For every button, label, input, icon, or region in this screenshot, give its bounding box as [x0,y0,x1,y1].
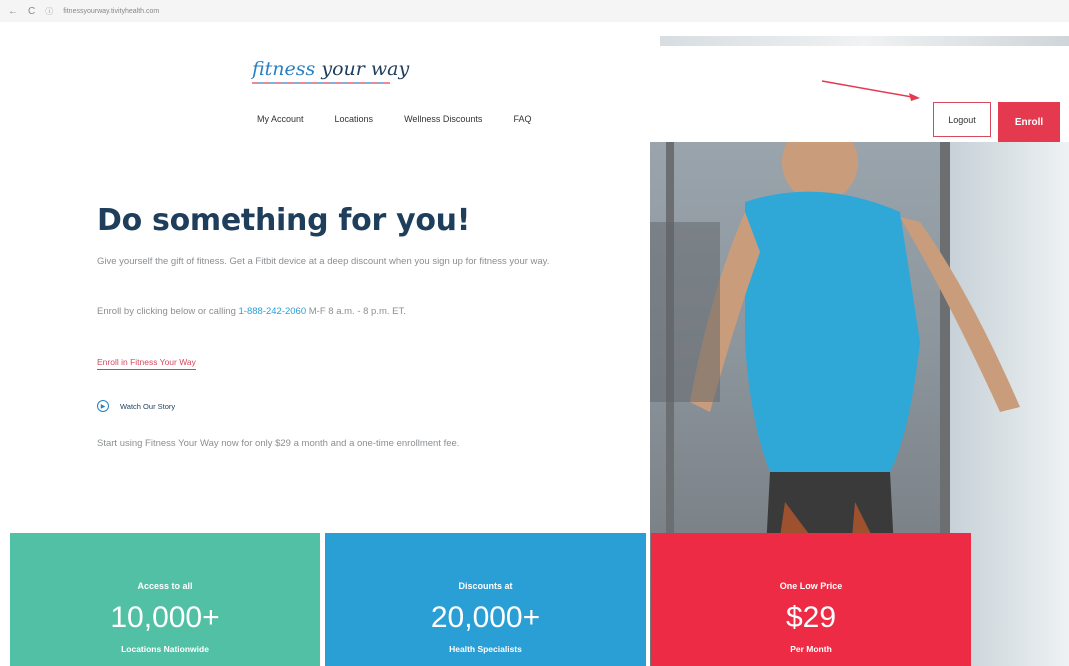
logo-part1: fitness [252,58,316,80]
enroll-prefix: Enroll by clicking below or calling [97,306,236,317]
stat-locations: Access to all 10,000+ Locations Nationwi… [10,533,320,666]
logo-underline [252,82,390,84]
stat-label-bottom: Per Month [790,644,832,654]
stat-label-top: Discounts at [458,581,513,591]
nav-locations[interactable]: Locations [335,114,374,124]
reload-button[interactable]: C [28,6,35,17]
browser-bar: ← C ⓘ fitnessyourway.tivityhealth.com [0,0,1069,22]
stat-label-bottom: Health Specialists [449,644,522,654]
stat-label-bottom: Locations Nationwide [121,644,209,654]
stat-value: 20,000+ [430,601,541,634]
back-button[interactable]: ← [8,6,18,17]
stat-discounts: Discounts at 20,000+ Health Specialists [325,533,646,666]
stat-label-top: Access to all [137,581,193,591]
stat-label-top: One Low Price [779,581,843,591]
image-top-strip [660,36,1069,46]
enroll-link[interactable]: Enroll in Fitness Your Way [97,357,196,370]
logo[interactable]: fitness your way [252,58,409,80]
info-icon: ⓘ [45,6,54,16]
stat-value: 10,000+ [110,601,220,634]
start-text: Start using Fitness Your Way now for onl… [97,438,460,449]
enroll-button[interactable]: Enroll [998,102,1060,142]
main-nav: My Account Locations Wellness Discounts … [257,114,531,124]
stat-value: $29 [785,601,837,634]
url-bar[interactable]: fitnessyourway.tivityhealth.com [63,8,159,15]
watch-story-label[interactable]: Watch Our Story [120,402,175,411]
watch-story[interactable]: ▶ Watch Our Story [97,400,175,412]
phone-link[interactable]: 1-888-242-2060 [239,306,307,317]
hero-description: Give yourself the gift of fitness. Get a… [97,256,550,267]
play-icon[interactable]: ▶ [97,400,109,412]
logo-part2: your way [321,58,410,80]
nav-wellness-discounts[interactable]: Wellness Discounts [404,114,482,124]
enroll-phone-line: Enroll by clicking below or calling 1-88… [97,306,406,317]
nav-my-account[interactable]: My Account [257,114,304,124]
enroll-suffix: M-F 8 a.m. - 8 p.m. ET. [308,306,406,317]
stat-price: One Low Price $29 Per Month [651,533,971,666]
hero-title: Do something for you! [97,203,471,238]
nav-faq[interactable]: FAQ [513,114,531,124]
logout-button[interactable]: Logout [933,102,991,137]
